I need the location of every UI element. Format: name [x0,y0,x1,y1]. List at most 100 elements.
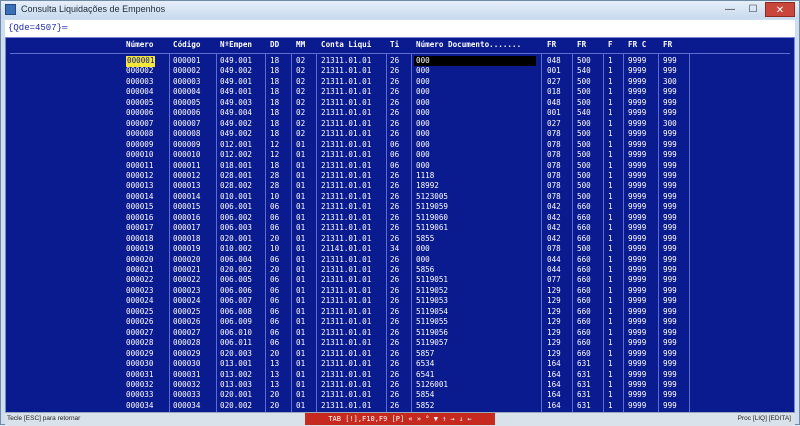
cell-dd: 18 [270,87,280,97]
cell-fr3: 999 [663,265,677,274]
cell-documento: 5119056 [416,327,449,337]
table-row[interactable]: 000001 000001 049.001 18 02 21311.01.01 26 000 0… [6,56,795,67]
cell-codigo: 000012 [173,170,201,180]
table-row[interactable]: 000031 000031 013.002 13 01 21311.01.01 26 6541… [6,370,795,381]
cell-f: 1 [608,285,613,295]
cell-f: 1 [608,379,613,389]
table-row[interactable]: 000017 000017 006.003 06 01 21311.01.01 26 5119… [6,223,795,234]
table-row[interactable]: 000010 000010 012.002 12 01 21311.01.01 06 000 0… [6,150,795,161]
table-row[interactable]: 000020 000020 006.004 06 01 21311.01.01 26 000 0… [6,255,795,266]
cell-nempen: 013.001 [220,359,253,369]
cell-conta: 21311.01.01 [321,327,372,337]
cell-f: 1 [608,223,613,233]
table-row[interactable]: 000019 000019 010.002 10 01 21141.01.01 34 000 0… [6,244,795,255]
col-conta: Conta Liqui [321,40,372,49]
table-row[interactable]: 000013 000013 028.002 28 01 21311.01.01 26 1899… [6,181,795,192]
table-row[interactable]: 000005 000005 049.003 18 02 21311.01.01 26 000 0… [6,98,795,109]
cell-fr2: 631 [577,369,591,379]
table-row[interactable]: 000003 000003 049.001 18 02 21311.01.01 26 000 0… [6,77,795,88]
cell-documento: 5857 [416,348,435,358]
table-row[interactable]: 000033 000033 020.001 20 01 21311.01.01 26 5854… [6,390,795,401]
cell-nempen: 012.002 [220,150,253,160]
table-row[interactable]: 000022 000022 006.005 06 01 21311.01.01 26 5119… [6,275,795,286]
table-row[interactable]: 000028 000028 006.011 06 01 21311.01.01 26 5119… [6,338,795,349]
table-row[interactable]: 000034 000034 020.002 20 01 21311.01.01 26 5852… [6,401,795,412]
cell-dd: 28 [270,181,280,191]
maximize-button[interactable]: ☐ [742,2,764,17]
cell-ti: 26 [390,379,400,389]
table-row[interactable]: 000016 000016 006.002 06 01 21311.01.01 26 5119… [6,213,795,224]
cell-f: 1 [608,390,613,400]
table-row[interactable]: 000021 000021 020.002 20 01 21311.01.01 26 5856… [6,265,795,276]
table-row[interactable]: 000008 000008 049.002 18 02 21311.01.01 26 000 0… [6,129,795,140]
cell-nempen: 006.005 [220,275,253,285]
cell-conta: 21311.01.01 [321,66,372,76]
table-row[interactable]: 000009 000009 012.001 12 01 21311.01.01 06 000 0… [6,140,795,151]
cell-conta: 21311.01.01 [321,87,372,97]
cell-conta: 21311.01.01 [321,254,372,264]
table-row[interactable]: 000032 000032 013.003 13 01 21311.01.01 26 5126… [6,380,795,391]
cell-mm: 01 [296,379,306,389]
cell-numero: 000003 [126,76,154,86]
cell-frc: 9999 [628,317,647,327]
cell-frc: 9999 [628,265,647,274]
close-button[interactable]: ✕ [765,2,795,17]
minimize-button[interactable]: — [719,2,741,17]
cell-fr3: 999 [663,306,677,316]
cell-fr3: 999 [663,348,677,358]
cell-frc: 9999 [628,139,647,149]
cell-documento: 000 [416,108,430,118]
cell-frc: 9999 [628,150,647,160]
cell-dd: 13 [270,359,280,369]
cell-f: 1 [608,181,613,191]
cell-f: 1 [608,296,613,306]
table-row[interactable]: 000023 000023 006.006 06 01 21311.01.01 26 5119… [6,286,795,297]
table-row[interactable]: 000012 000012 028.001 28 01 21311.01.01 26 1118… [6,171,795,182]
cell-fr2: 660 [577,317,591,327]
table-row[interactable]: 000027 000027 006.010 06 01 21311.01.01 26 5119… [6,328,795,339]
cell-frc: 9999 [628,118,647,128]
table-row[interactable]: 000030 000030 013.001 13 01 21311.01.01 26 6534… [6,359,795,370]
cell-fr2: 500 [577,160,591,170]
cell-codigo: 000009 [173,139,201,149]
cell-dd: 12 [270,150,280,160]
cell-documento: 6534 [416,359,435,369]
table-row[interactable]: 000006 000006 049.004 18 02 21311.01.01 26 000 0… [6,108,795,119]
table-row[interactable]: 000014 000014 010.001 10 01 21311.01.01 26 5123… [6,192,795,203]
cell-numero: 000010 [126,150,154,160]
cell-frc: 9999 [628,170,647,180]
cell-ti: 26 [390,87,400,97]
table-row[interactable]: 000026 000026 006.009 06 01 21311.01.01 26 5119… [6,317,795,328]
table-row[interactable]: 000002 000002 049.002 18 02 21311.01.01 26 000 0… [6,66,795,77]
cell-codigo: 000027 [173,327,201,337]
cell-f: 1 [608,338,613,348]
cell-frc: 9999 [628,275,647,285]
cell-fr1: 042 [547,202,561,212]
table-row[interactable]: 000007 000007 049.002 18 02 21311.01.01 26 000 0… [6,119,795,130]
table-row[interactable]: 000024 000024 006.007 06 01 21311.01.01 26 5119… [6,296,795,307]
cell-documento: 000 [416,139,430,149]
cell-ti: 26 [390,223,400,233]
cell-f: 1 [608,327,613,337]
cell-f: 1 [608,129,613,139]
table-row[interactable]: 000004 000004 049.001 18 02 21311.01.01 26 000 0… [6,87,795,98]
cell-f: 1 [608,212,613,222]
cell-ti: 26 [390,202,400,212]
table-row[interactable]: 000025 000025 006.008 06 01 21311.01.01 26 5119… [6,307,795,318]
cell-fr3: 999 [663,390,677,400]
table-row[interactable]: 000018 000018 020.001 20 01 21311.01.01 26 5855… [6,234,795,245]
cell-dd: 06 [270,296,280,306]
table-row[interactable]: 000029 000029 020.003 20 01 21311.01.01 26 5857… [6,349,795,360]
cell-documento: 5855 [416,233,435,243]
cell-f: 1 [608,265,613,274]
title-bar[interactable]: Consulta Liquidações de Empenhos — ☐ ✕ [1,1,799,19]
cell-f: 1 [608,191,613,201]
cell-fr2: 660 [577,327,591,337]
table-row[interactable]: 000011 000011 018.001 18 01 21311.01.01 06 000 0… [6,161,795,172]
cell-frc: 9999 [628,369,647,379]
cell-mm: 01 [296,348,306,358]
cell-nempen: 018.001 [220,160,253,170]
table-row[interactable]: 000015 000015 006.001 06 01 21311.01.01 26 5119… [6,202,795,213]
status-bar: Tecle [ESC] para retornar TAB [!],F10,F9… [5,412,795,426]
cell-numero: 000001 [126,56,156,67]
